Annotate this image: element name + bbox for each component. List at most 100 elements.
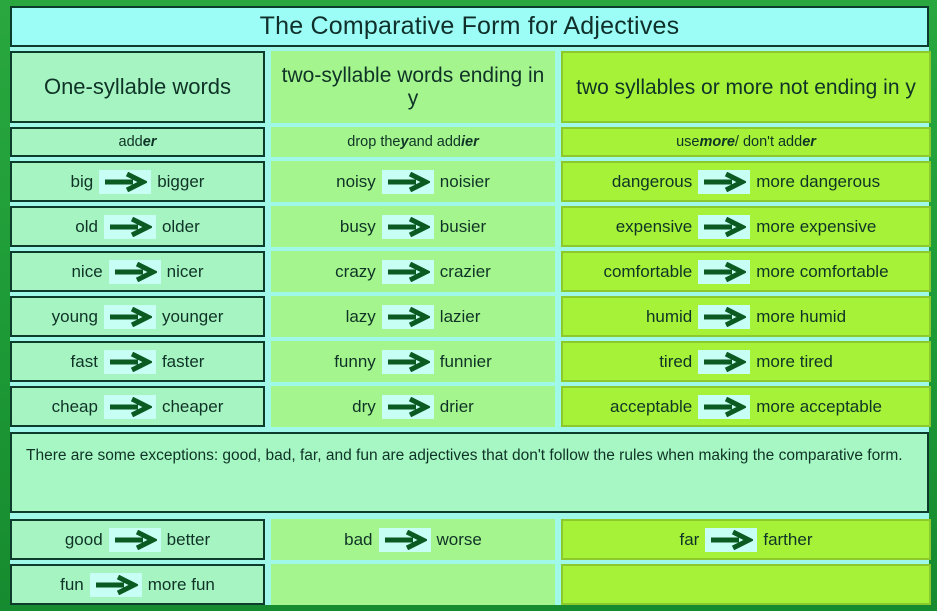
word-pair-row: dangerous more dangerous bbox=[561, 161, 931, 203]
arrow-right-icon bbox=[103, 304, 156, 329]
base-adjective: expensive bbox=[615, 216, 693, 236]
base-adjective: far bbox=[679, 529, 700, 549]
column-rule-two-syllable-y: drop the y and add ier bbox=[271, 127, 555, 158]
word-pair-row: nice nicer bbox=[10, 251, 265, 293]
comparative-adjective: busier bbox=[439, 216, 487, 236]
irregular-column-three: far farther bbox=[561, 519, 931, 605]
word-pair-row: fast faster bbox=[10, 341, 265, 383]
comparative-adjective: more comfortable bbox=[756, 261, 889, 281]
arrow-right-icon bbox=[698, 169, 751, 194]
base-adjective: comfortable bbox=[603, 261, 693, 281]
comparative-adjective: funnier bbox=[439, 351, 492, 371]
word-pair-row: bad worse bbox=[271, 519, 555, 560]
comparative-adjective: cheaper bbox=[161, 396, 224, 416]
word-pair-row: acceptable more acceptable bbox=[561, 386, 931, 428]
arrow-right-icon bbox=[381, 394, 434, 419]
arrow-right-icon bbox=[103, 394, 156, 419]
rule-text-emph-2: ier bbox=[460, 134, 479, 151]
arrow-right-icon bbox=[381, 304, 434, 329]
base-adjective: cheap bbox=[51, 396, 98, 416]
word-pair-row: good better bbox=[10, 519, 265, 560]
column-header-two-plus-syllable: two syllables or more not ending in y bbox=[561, 51, 931, 124]
word-pair-row: lazy lazier bbox=[271, 296, 555, 338]
word-pair-row: expensive more expensive bbox=[561, 206, 931, 248]
base-adjective: busy bbox=[339, 216, 376, 236]
irregular-column-one: good better fun more fun bbox=[10, 519, 265, 605]
arrow-right-icon bbox=[99, 169, 152, 194]
page-title-text: The Comparative Form for Adjectives bbox=[259, 12, 680, 41]
page-title: The Comparative Form for Adjectives bbox=[10, 6, 929, 48]
word-pair-row: comfortable more comfortable bbox=[561, 251, 931, 293]
rule-text-plain-1: use bbox=[676, 134, 700, 151]
arrow-right-icon bbox=[705, 527, 758, 552]
rule-text-emph-1: er bbox=[142, 134, 157, 151]
base-adjective: noisy bbox=[336, 171, 376, 191]
comparative-adjective: worse bbox=[436, 529, 482, 549]
base-adjective: humid bbox=[645, 306, 693, 326]
comparative-adjective: younger bbox=[161, 306, 224, 326]
base-adjective: young bbox=[51, 306, 98, 326]
comparative-table: One-syllable words add er big bigger old… bbox=[10, 51, 931, 428]
arrow-right-icon bbox=[698, 214, 751, 239]
rule-text-emph-1: more bbox=[699, 134, 735, 151]
poster-inner: The Comparative Form for Adjectives One-… bbox=[10, 6, 931, 605]
base-adjective: nice bbox=[71, 261, 103, 281]
exceptions-note: There are some exceptions: good, bad, fa… bbox=[10, 432, 929, 513]
column-two-syllable-y: two-syllable words ending in y drop the … bbox=[271, 51, 555, 428]
comparative-adjective: faster bbox=[161, 351, 205, 371]
empty-cell bbox=[561, 564, 931, 605]
base-adjective: bad bbox=[344, 529, 373, 549]
base-adjective: funny bbox=[334, 351, 376, 371]
arrow-right-icon bbox=[698, 259, 751, 284]
base-adjective: old bbox=[75, 216, 98, 236]
arrow-right-icon bbox=[381, 349, 434, 374]
base-adjective: good bbox=[64, 529, 103, 549]
word-pair-row: noisy noisier bbox=[271, 161, 555, 203]
base-adjective: dry bbox=[352, 396, 376, 416]
poster-root: The Comparative Form for Adjectives One-… bbox=[0, 0, 937, 611]
rule-text-plain-2: / don't add bbox=[734, 134, 803, 151]
column-rule-one-syllable: add er bbox=[10, 127, 265, 158]
word-pair-row: big bigger bbox=[10, 161, 265, 203]
arrow-right-icon bbox=[698, 304, 751, 329]
rule-text-emph-1: y bbox=[400, 134, 409, 151]
irregular-column-two: bad worse bbox=[271, 519, 555, 605]
comparative-adjective: more dangerous bbox=[756, 171, 881, 191]
comparative-adjective: drier bbox=[439, 396, 474, 416]
column-rule-two-plus-syllable: use more / don't add er bbox=[561, 127, 931, 158]
comparative-adjective: more acceptable bbox=[756, 396, 882, 416]
comparative-adjective: nicer bbox=[166, 261, 204, 281]
base-adjective: fun bbox=[60, 574, 84, 594]
base-adjective: lazy bbox=[345, 306, 376, 326]
column-one-syllable: One-syllable words add er big bigger old… bbox=[10, 51, 265, 428]
arrow-right-icon bbox=[103, 214, 156, 239]
comparative-adjective: more fun bbox=[147, 574, 215, 594]
word-pair-row: humid more humid bbox=[561, 296, 931, 338]
comparative-adjective: crazier bbox=[439, 261, 491, 281]
comparative-adjective: bigger bbox=[157, 171, 205, 191]
comparative-adjective: more humid bbox=[756, 306, 847, 326]
base-adjective: acceptable bbox=[610, 396, 693, 416]
comparative-adjective: more expensive bbox=[756, 216, 877, 236]
word-pair-row: dry drier bbox=[271, 386, 555, 428]
base-adjective: fast bbox=[70, 351, 98, 371]
base-adjective: dangerous bbox=[611, 171, 693, 191]
column-header-two-syllable-y: two-syllable words ending in y bbox=[271, 51, 555, 124]
word-pair-row: old older bbox=[10, 206, 265, 248]
comparative-adjective: noisier bbox=[439, 171, 490, 191]
arrow-right-icon bbox=[108, 527, 161, 552]
rule-text-plain-1: drop the bbox=[347, 134, 401, 151]
comparative-adjective: more tired bbox=[756, 351, 833, 371]
column-header-one-syllable: One-syllable words bbox=[10, 51, 265, 124]
comparative-adjective: better bbox=[166, 529, 211, 549]
word-pair-row: young younger bbox=[10, 296, 265, 338]
word-pair-row: far farther bbox=[561, 519, 931, 560]
arrow-right-icon bbox=[378, 527, 431, 552]
base-adjective: tired bbox=[659, 351, 693, 371]
word-pair-row: fun more fun bbox=[10, 564, 265, 605]
arrow-right-icon bbox=[381, 259, 434, 284]
word-pair-row: cheap cheaper bbox=[10, 386, 265, 428]
rule-text-emph-2: er bbox=[802, 134, 816, 151]
arrow-right-icon bbox=[89, 572, 142, 597]
arrow-right-icon bbox=[698, 394, 751, 419]
